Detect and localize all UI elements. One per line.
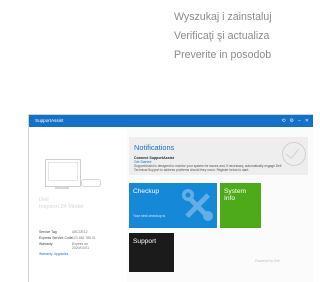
checkup-label: Checkup [133,188,160,195]
device-panel: Dell Inspiron 24 Model Service Tag ABCDE… [29,127,127,282]
computer-image [45,159,81,187]
settings-icon[interactable]: ⚙ [290,115,294,127]
system-info-line1: System [224,188,246,195]
system-info-label: System Info [224,188,246,202]
tools-icon [182,189,213,221]
support-label: Support [133,238,157,245]
service-tag-label: Service Tag [39,230,57,234]
supportassist-window: SupportAssist ⟲ ⚙ – ✕ Dell Inspiron 24 M… [28,114,313,282]
warranty-upgrades-link[interactable]: Warranty Upgrades [39,252,68,256]
system-info-line2: Info [224,195,235,202]
notifications-title: Notifications [134,143,175,152]
notifications-panel: Notifications Connect SupportAssist Get … [129,137,308,175]
express-code-value: 123 456 789 01 [72,236,96,240]
app-title: SupportAssist [35,118,64,123]
warranty-link-row: Warranty Upgrades [39,252,119,258]
instruction-line-polish: Wyszukaj i zainstaluj [174,11,272,23]
minimize-icon[interactable]: – [298,115,301,127]
close-icon[interactable]: ✕ [305,115,309,127]
service-tag-value: ABCDE12 [72,230,88,234]
device-brand: Dell [39,197,49,203]
instruction-lines: Wyszukaj i zainstaluj Verificaţi şi actu… [174,8,312,65]
mouse-image [81,179,101,187]
warranty-date: 2020/01/01 [72,246,89,250]
notification-body: SupportAssist is designed to monitor you… [134,164,282,172]
system-info-tile[interactable]: System Info [220,183,261,228]
computer-base [55,187,69,189]
window-controls: ⟲ ⚙ – ✕ [281,115,309,127]
device-info: Service Tag ABCDE12 Express Service Code… [39,230,119,258]
device-model: Inspiron 24 Model [39,204,84,210]
instruction-line-slovenian: Preverite in posodob [174,49,272,61]
express-code-label: Express Service Code [39,236,73,240]
checkup-subtext: Your next checkup is [133,214,166,218]
title-bar: SupportAssist ⟲ ⚙ – ✕ [29,115,313,127]
checkup-tile[interactable]: Checkup Your next checkup is [129,183,217,228]
support-tile[interactable]: Support [129,233,174,272]
refresh-icon[interactable]: ⟲ [281,115,285,127]
footer-text: Powered by Dell [255,259,280,263]
instruction-line-romanian: Verificaţi şi actualiza [174,30,270,42]
warranty-label: Warranty [39,242,53,246]
checkmark-icon [282,142,306,166]
warranty-row: Warranty Expires on 2020/01/01 [39,242,119,252]
